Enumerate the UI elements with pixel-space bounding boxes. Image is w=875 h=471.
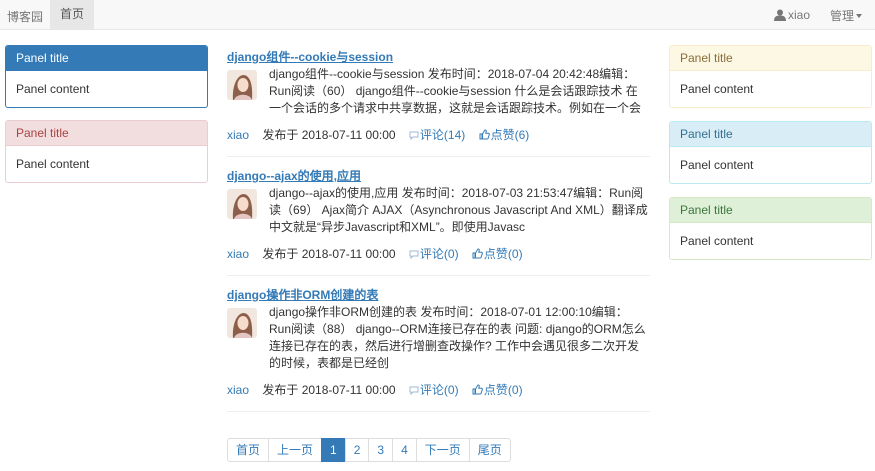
page-last-button[interactable]: 尾页 (468, 438, 511, 462)
article-item: django组件--cookie与session django组件--cooki… (227, 50, 650, 157)
comments-count: 评论(0) (419, 383, 459, 397)
comment-icon (409, 386, 419, 396)
thumbs-up-icon (472, 248, 483, 259)
panel-title: Panel title (670, 46, 871, 71)
article-date: 发布于 2018-07-11 00:00 (262, 247, 396, 261)
panel-content: Panel content (680, 82, 754, 96)
pagination: 首页 上一页 1 2 3 4 下一页 尾页 (227, 438, 511, 462)
likes-count: 点赞(0) (483, 247, 523, 261)
left-panel-primary: Panel title Panel content (5, 45, 208, 108)
user-name: xiao (788, 8, 811, 22)
author-avatar[interactable] (227, 308, 257, 338)
article-meta: xiao 发布于 2018-07-11 00:00 评论(0) 点赞(0) (227, 247, 533, 261)
article-title-link[interactable]: django组件--cookie与session (227, 50, 650, 64)
panel-title: Panel title (6, 121, 207, 146)
article-date: 发布于 2018-07-11 00:00 (262, 128, 396, 142)
article-divider (227, 411, 650, 412)
article-divider (227, 156, 650, 157)
article-summary: django组件--cookie与session 发布时间：2018-07-04… (269, 67, 642, 115)
brand-link[interactable]: 博客园 (7, 8, 43, 25)
article-comments-link[interactable]: 评论(0) (409, 247, 459, 261)
left-panel-danger: Panel title Panel content (5, 120, 208, 183)
panel-title: Panel title (670, 122, 871, 147)
manage-dropdown[interactable]: 管理 (830, 7, 863, 24)
article-author-link[interactable]: xiao (227, 383, 249, 397)
author-avatar[interactable] (227, 189, 257, 219)
comments-count: 评论(0) (419, 247, 459, 261)
article-item: django--ajax的使用,应用 django--ajax的使用,应用 发布… (227, 169, 650, 276)
page-number-2[interactable]: 2 (344, 438, 370, 462)
article-comments-link[interactable]: 评论(0) (409, 383, 459, 397)
article-author-link[interactable]: xiao (227, 128, 249, 142)
article-meta: xiao 发布于 2018-07-11 00:00 评论(0) 点赞(0) (227, 383, 533, 397)
likes-count: 点赞(6) (490, 128, 530, 142)
page-first-button[interactable]: 首页 (227, 438, 270, 462)
panel-content: Panel content (680, 234, 754, 248)
panel-content: Panel content (16, 157, 90, 171)
comment-icon (409, 131, 419, 141)
thumbs-up-icon (472, 384, 483, 395)
author-avatar[interactable] (227, 70, 257, 100)
right-panel-info: Panel title Panel content (669, 121, 872, 184)
article-author-link[interactable]: xiao (227, 247, 249, 261)
page-number-4[interactable]: 4 (392, 438, 417, 462)
article-divider (227, 275, 650, 276)
panel-title: Panel title (6, 46, 207, 71)
manage-label: 管理 (830, 9, 855, 23)
thumbs-up-icon (479, 129, 490, 140)
article-comments-link[interactable]: 评论(14) (409, 128, 465, 142)
article-title-link[interactable]: django操作非ORM创建的表 (227, 288, 650, 302)
article-meta: xiao 发布于 2018-07-11 00:00 评论(14) 点赞(6) (227, 128, 539, 142)
article-summary: django--ajax的使用,应用 发布时间：2018-07-03 21:53… (269, 186, 648, 234)
page-next-button[interactable]: 下一页 (415, 438, 470, 462)
article-title-link[interactable]: django--ajax的使用,应用 (227, 169, 650, 183)
nav-home-tab[interactable]: 首页 (50, 0, 94, 30)
top-navbar: 博客园 首页 xiao 管理 (0, 0, 875, 30)
right-panel-success: Panel title Panel content (669, 197, 872, 260)
caret-down-icon (856, 14, 863, 18)
article-likes-link[interactable]: 点赞(0) (472, 247, 523, 261)
comments-count: 评论(14) (419, 128, 466, 142)
panel-content: Panel content (16, 82, 90, 96)
article-date: 发布于 2018-07-11 00:00 (262, 383, 396, 397)
panel-content: Panel content (680, 158, 754, 172)
article-item: django操作非ORM创建的表 django操作非ORM创建的表 发布时间：2… (227, 288, 650, 412)
article-summary: django操作非ORM创建的表 发布时间：2018-07-01 12:00:1… (269, 305, 646, 370)
comment-icon (409, 250, 419, 260)
article-likes-link[interactable]: 点赞(0) (472, 383, 523, 397)
article-likes-link[interactable]: 点赞(6) (479, 128, 530, 142)
page-number-1[interactable]: 1 (321, 438, 346, 462)
user-icon (774, 9, 786, 21)
right-panel-warning: Panel title Panel content (669, 45, 872, 108)
panel-title: Panel title (670, 198, 871, 223)
page-number-3[interactable]: 3 (368, 438, 394, 462)
likes-count: 点赞(0) (483, 383, 523, 397)
page-prev-button[interactable]: 上一页 (268, 438, 323, 462)
user-menu[interactable]: xiao (774, 8, 810, 22)
